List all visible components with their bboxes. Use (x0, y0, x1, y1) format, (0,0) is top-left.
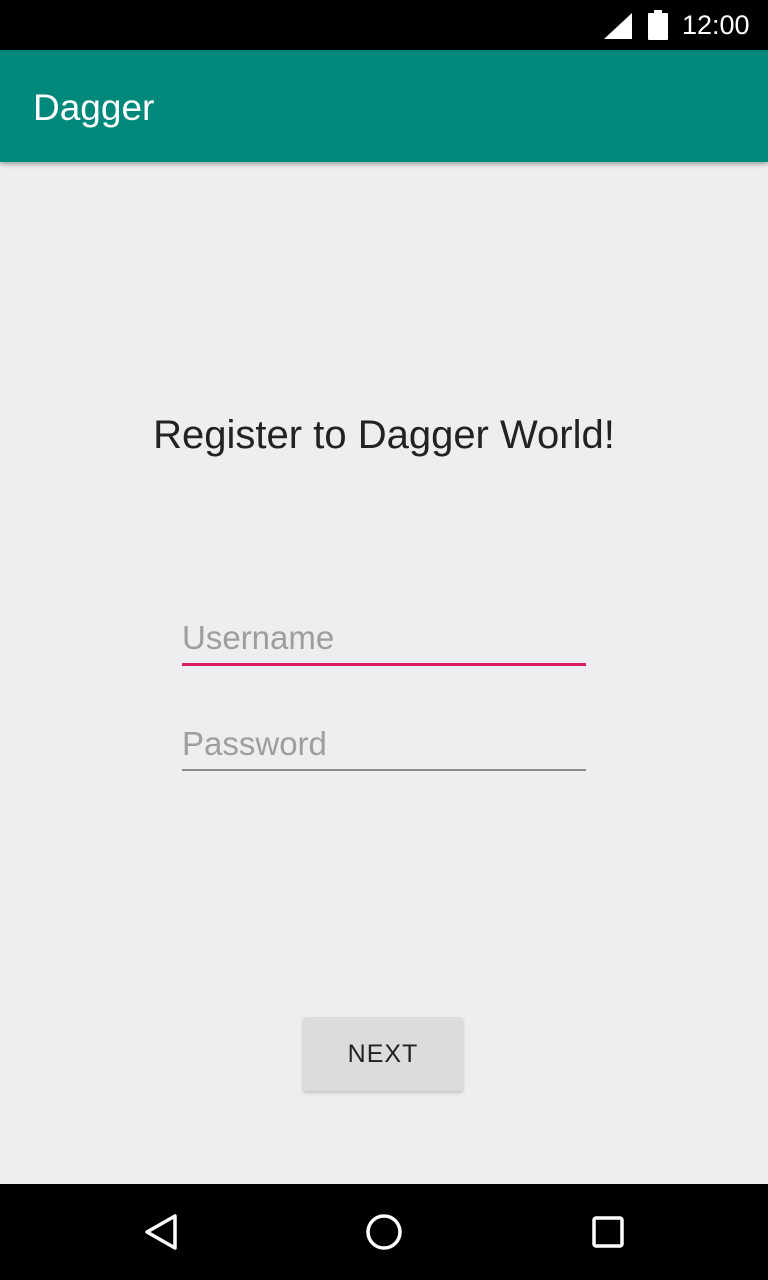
back-icon[interactable] (137, 1208, 185, 1256)
password-input[interactable] (182, 718, 586, 770)
battery-icon (648, 10, 668, 40)
username-input[interactable] (182, 612, 586, 664)
status-clock: 12:00 (682, 10, 750, 40)
signal-icon (604, 13, 632, 39)
status-bar: 12:00 (0, 0, 768, 50)
next-button[interactable]: NEXT (303, 1017, 463, 1091)
username-field[interactable] (182, 612, 586, 672)
home-icon[interactable] (360, 1208, 408, 1256)
navigation-bar (0, 1184, 768, 1280)
app-bar: Dagger (0, 50, 768, 162)
password-field[interactable] (182, 718, 586, 778)
page-heading: Register to Dagger World! (153, 413, 615, 457)
recents-icon[interactable] (584, 1208, 632, 1256)
app-title: Dagger (33, 87, 155, 128)
username-underline (182, 663, 586, 666)
password-underline (182, 769, 586, 771)
